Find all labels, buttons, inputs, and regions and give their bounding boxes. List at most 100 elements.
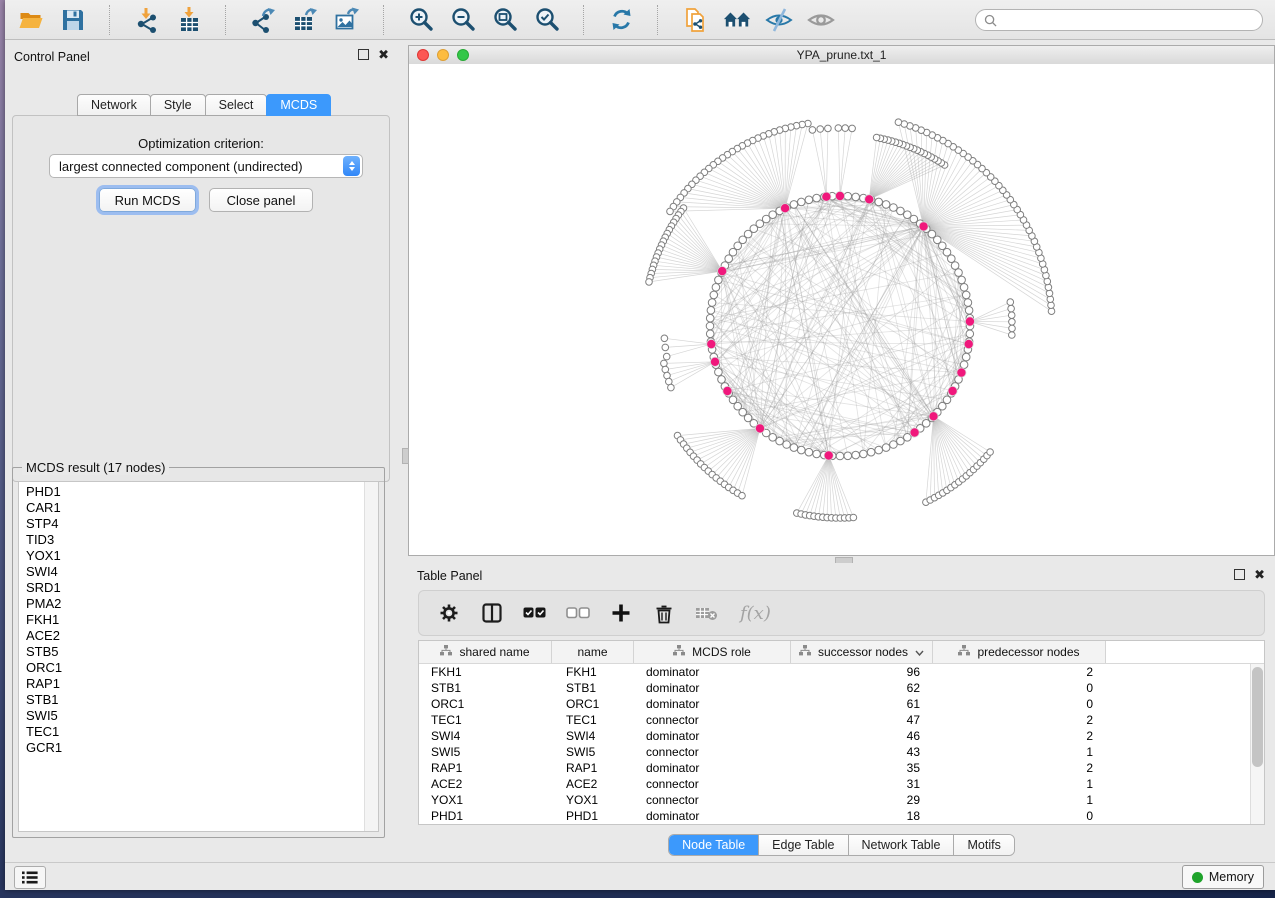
network-canvas[interactable] xyxy=(409,64,1274,555)
table-cell[interactable]: 31 xyxy=(791,777,933,791)
add-column-icon[interactable] xyxy=(609,601,633,625)
export-image-icon[interactable] xyxy=(333,6,361,34)
network-vertical-scrollbar-thumb[interactable] xyxy=(402,448,409,464)
table-cell[interactable]: YOX1 xyxy=(552,793,634,807)
tab-edge-table[interactable]: Edge Table xyxy=(759,835,848,855)
mcds-result-item[interactable]: PMA2 xyxy=(26,596,364,612)
mcds-result-item[interactable]: ACE2 xyxy=(26,628,364,644)
table-cell[interactable]: 2 xyxy=(933,729,1106,743)
table-cell[interactable]: connector xyxy=(634,793,791,807)
zoom-selected-icon[interactable] xyxy=(533,6,561,34)
export-network-icon[interactable] xyxy=(249,6,277,34)
table-cell[interactable]: ORC1 xyxy=(552,697,634,711)
export-table-icon[interactable] xyxy=(291,6,319,34)
table-row[interactable]: STB1STB1dominator620 xyxy=(419,680,1250,696)
task-history-button[interactable] xyxy=(14,866,46,889)
table-cell[interactable]: connector xyxy=(634,777,791,791)
mcds-result-item[interactable]: TEC1 xyxy=(26,724,364,740)
table-cell[interactable]: 2 xyxy=(933,761,1106,775)
delete-table-icon[interactable] xyxy=(695,601,719,625)
table-cell[interactable]: 61 xyxy=(791,697,933,711)
table-row[interactable]: SWI4SWI4dominator462 xyxy=(419,728,1250,744)
tab-motifs[interactable]: Motifs xyxy=(954,835,1013,855)
show-eye-icon[interactable] xyxy=(807,6,835,34)
zoom-out-icon[interactable] xyxy=(449,6,477,34)
mcds-result-item[interactable]: CAR1 xyxy=(26,500,364,516)
table-cell[interactable]: 0 xyxy=(933,681,1106,695)
table-cell[interactable]: dominator xyxy=(634,697,791,711)
table-row[interactable]: PHD1PHD1dominator180 xyxy=(419,808,1250,824)
table-cell[interactable]: PHD1 xyxy=(419,809,552,823)
table-row[interactable]: SWI5SWI5connector431 xyxy=(419,744,1250,760)
table-cell[interactable]: SWI4 xyxy=(552,729,634,743)
table-cell[interactable]: STB1 xyxy=(552,681,634,695)
table-cell[interactable]: 46 xyxy=(791,729,933,743)
table-cell[interactable]: dominator xyxy=(634,665,791,679)
deselect-all-icon[interactable] xyxy=(566,601,590,625)
delete-column-icon[interactable] xyxy=(652,601,676,625)
close-panel-button[interactable]: Close panel xyxy=(209,188,313,212)
float-panel-icon[interactable] xyxy=(358,49,369,60)
select-all-icon[interactable] xyxy=(523,601,547,625)
table-cell[interactable]: 2 xyxy=(933,713,1106,727)
refresh-icon[interactable] xyxy=(607,6,635,34)
table-row[interactable]: RAP1RAP1dominator352 xyxy=(419,760,1250,776)
mcds-result-item[interactable]: ORC1 xyxy=(26,660,364,676)
mcds-result-item[interactable]: SWI4 xyxy=(26,564,364,580)
mcds-result-item[interactable]: SRD1 xyxy=(26,580,364,596)
table-cell[interactable]: 43 xyxy=(791,745,933,759)
table-cell[interactable]: 1 xyxy=(933,777,1106,791)
mcds-result-item[interactable]: RAP1 xyxy=(26,676,364,692)
close-panel-icon[interactable]: ✖ xyxy=(378,49,389,60)
table-cell[interactable]: dominator xyxy=(634,761,791,775)
table-cell[interactable]: RAP1 xyxy=(419,761,552,775)
memory-button[interactable]: Memory xyxy=(1182,865,1264,889)
table-cell[interactable]: ACE2 xyxy=(419,777,552,791)
table-vertical-scrollbar[interactable] xyxy=(1250,664,1264,824)
table-cell[interactable]: SWI4 xyxy=(419,729,552,743)
table-cell[interactable]: SWI5 xyxy=(419,745,552,759)
table-cell[interactable]: dominator xyxy=(634,809,791,823)
table-row[interactable]: ORC1ORC1dominator610 xyxy=(419,696,1250,712)
open-file-icon[interactable] xyxy=(17,6,45,34)
table-cell[interactable]: 1 xyxy=(933,745,1106,759)
run-mcds-button[interactable]: Run MCDS xyxy=(99,188,196,212)
zoom-in-icon[interactable] xyxy=(407,6,435,34)
column-header-MCDS-role[interactable]: MCDS role xyxy=(634,641,791,663)
mcds-result-item[interactable]: SWI5 xyxy=(26,708,364,724)
table-cell[interactable]: 29 xyxy=(791,793,933,807)
table-cell[interactable]: STB1 xyxy=(419,681,552,695)
table-row[interactable]: FKH1FKH1dominator962 xyxy=(419,664,1250,680)
save-icon[interactable] xyxy=(59,6,87,34)
table-scrollbar-thumb[interactable] xyxy=(1252,667,1263,767)
network-overview-icon[interactable] xyxy=(723,6,751,34)
table-cell[interactable]: 47 xyxy=(791,713,933,727)
table-cell[interactable]: TEC1 xyxy=(419,713,552,727)
table-cell[interactable]: FKH1 xyxy=(552,665,634,679)
table-cell[interactable]: ORC1 xyxy=(419,697,552,711)
column-header-predecessor-nodes[interactable]: predecessor nodes xyxy=(933,641,1106,663)
float-panel-icon[interactable] xyxy=(1234,569,1245,580)
column-header-shared-name[interactable]: shared name xyxy=(419,641,552,663)
optimization-criterion-select[interactable]: largest connected component (undirected) xyxy=(49,154,363,178)
table-cell[interactable]: dominator xyxy=(634,729,791,743)
table-cell[interactable]: TEC1 xyxy=(552,713,634,727)
table-cell[interactable]: SWI5 xyxy=(552,745,634,759)
duplicate-network-icon[interactable] xyxy=(681,6,709,34)
table-cell[interactable]: 2 xyxy=(933,665,1106,679)
mcds-result-item[interactable]: TID3 xyxy=(26,532,364,548)
table-cell[interactable]: connector xyxy=(634,713,791,727)
column-header-successor-nodes[interactable]: successor nodes xyxy=(791,641,933,663)
table-cell[interactable]: FKH1 xyxy=(419,665,552,679)
zoom-fit-icon[interactable] xyxy=(491,6,519,34)
close-panel-icon[interactable]: ✖ xyxy=(1254,569,1265,580)
mcds-result-item[interactable]: GCR1 xyxy=(26,740,364,756)
table-settings-icon[interactable] xyxy=(437,601,461,625)
table-cell[interactable]: 35 xyxy=(791,761,933,775)
table-row[interactable]: YOX1YOX1connector291 xyxy=(419,792,1250,808)
table-cell[interactable]: ACE2 xyxy=(552,777,634,791)
import-table-icon[interactable] xyxy=(175,6,203,34)
tab-network-table[interactable]: Network Table xyxy=(849,835,955,855)
table-cell[interactable]: 0 xyxy=(933,809,1106,823)
table-cell[interactable]: 96 xyxy=(791,665,933,679)
